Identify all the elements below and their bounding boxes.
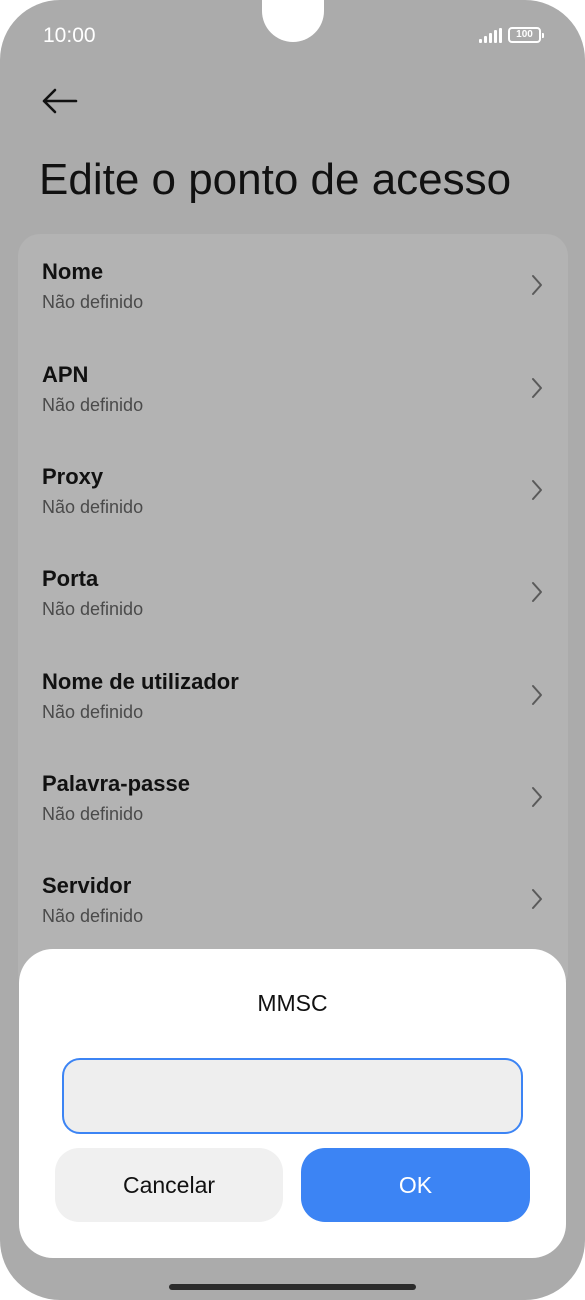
chevron-right-icon <box>532 889 542 909</box>
arrow-left-icon[interactable] <box>40 86 80 116</box>
chevron-right-icon <box>532 685 542 705</box>
item-value: Não definido <box>42 702 144 722</box>
list-item-apn[interactable]: APN Não definido <box>42 362 552 442</box>
list-item-nome[interactable]: Nome Não definido <box>42 259 552 339</box>
battery-level: 100 <box>516 29 533 40</box>
item-value: Não definido <box>42 906 144 926</box>
phone-screen: 10:00 100 Edite o ponto de acesso Nome N… <box>0 0 585 1300</box>
cancel-button[interactable]: Cancelar <box>55 1148 283 1222</box>
list-item-servidor[interactable]: Servidor Não definido <box>42 873 552 953</box>
list-item-palavra-passe[interactable]: Palavra-passe Não definido <box>42 771 552 851</box>
chevron-right-icon <box>532 480 542 500</box>
status-time: 10:00 <box>43 24 96 47</box>
chevron-right-icon <box>532 582 542 602</box>
list-item-proxy[interactable]: Proxy Não definido <box>42 464 552 544</box>
chevron-right-icon <box>532 378 542 398</box>
item-label: APN <box>42 362 89 387</box>
item-value: Não definido <box>42 804 144 824</box>
item-value: Não definido <box>42 292 144 312</box>
item-label: Proxy <box>42 464 104 489</box>
list-item-nome-de-utilizador[interactable]: Nome de utilizador Não definido <box>42 669 552 749</box>
chevron-right-icon <box>532 787 542 807</box>
item-value: Não definido <box>42 599 144 619</box>
item-label: Nome <box>42 259 104 284</box>
dialog-title: MMSC <box>257 990 328 1016</box>
list-item-porta[interactable]: Porta Não definido <box>42 566 552 646</box>
battery-icon: 100 <box>508 27 544 43</box>
camera-notch <box>262 0 324 42</box>
chevron-right-icon <box>532 275 542 295</box>
home-indicator[interactable] <box>169 1284 416 1290</box>
item-value: Não definido <box>42 395 144 415</box>
ok-button[interactable]: OK <box>301 1148 530 1222</box>
item-label: Nome de utilizador <box>42 669 239 694</box>
mmsc-input[interactable] <box>62 1058 523 1134</box>
item-value: Não definido <box>42 497 144 517</box>
page-title: Edite o ponto de acesso <box>39 155 512 204</box>
item-label: Porta <box>42 566 99 591</box>
mmsc-dialog: MMSC Cancelar OK <box>19 949 566 1258</box>
status-icons: 100 <box>479 27 544 43</box>
item-label: Servidor <box>42 873 132 898</box>
item-label: Palavra-passe <box>42 771 190 796</box>
signal-bars-icon <box>479 28 502 43</box>
